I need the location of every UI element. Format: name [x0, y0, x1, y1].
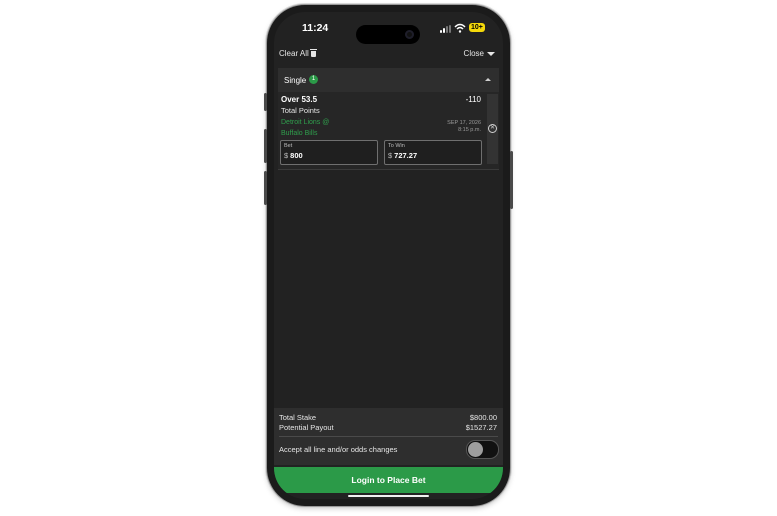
status-bar: 11:24 10+: [274, 12, 503, 44]
to-win-amount: 727.27: [394, 151, 418, 160]
event-date: SEP 17, 2026: [447, 120, 481, 126]
bet-market: Total Points: [281, 106, 320, 115]
close-circle-icon: ✕: [488, 124, 497, 133]
remove-bet-button[interactable]: ✕: [487, 94, 498, 164]
trash-icon: [309, 48, 317, 57]
betslip-top-bar: Clear All Close: [274, 48, 503, 63]
single-section-header[interactable]: Single 1: [278, 68, 499, 92]
to-win-value: $727.27: [388, 151, 417, 160]
clear-all-label: Clear All: [279, 49, 309, 58]
dynamic-island: [356, 25, 420, 44]
volume-down-button: [264, 171, 267, 205]
event-time: 8:15 p.m.: [458, 127, 481, 133]
accept-changes-label: Accept all line and/or odds changes: [279, 445, 398, 454]
power-button: [510, 151, 513, 209]
bet-card: Over 53.5 -110 Total Points Detroit Lion…: [278, 92, 499, 170]
bet-count-badge: 1: [309, 75, 318, 84]
total-stake-row: Total Stake $800.00: [279, 413, 497, 422]
potential-payout-label: Potential Payout: [279, 423, 334, 432]
bet-selection: Over 53.5: [281, 95, 318, 104]
signal-icon: [440, 25, 452, 33]
close-button[interactable]: Close: [464, 49, 495, 58]
event-line-1: Detroit Lions @: [281, 119, 330, 126]
bet-field-value: $800: [284, 151, 303, 160]
total-stake-value: $800.00: [469, 413, 497, 422]
to-win-currency: $: [388, 151, 393, 160]
summary-divider: [279, 436, 498, 437]
home-indicator: [348, 495, 429, 497]
chevron-up-icon: [485, 78, 491, 81]
phone-frame: 11:24 10+ Clear All Close Single 1 Over …: [264, 5, 513, 506]
chevron-down-icon: [487, 51, 495, 56]
wifi-icon: [454, 23, 466, 33]
toggle-knob: [468, 442, 483, 457]
bet-amount-field[interactable]: Bet $800: [280, 140, 378, 165]
status-time: 11:24: [302, 22, 329, 34]
potential-payout-value: $1527.27: [465, 423, 497, 432]
action-button: [264, 93, 267, 111]
app-screen: 11:24 10+ Clear All Close Single 1 Over …: [274, 12, 503, 499]
potential-payout-row: Potential Payout $1527.27: [279, 423, 497, 432]
accept-changes-toggle[interactable]: [466, 440, 499, 459]
betslip-summary: Total Stake $800.00 Potential Payout $15…: [274, 408, 503, 465]
event-datetime: SEP 17, 2026 8:15 p.m.: [447, 120, 481, 134]
bet-field-label: Bet: [284, 143, 293, 149]
login-button-label: Login to Place Bet: [351, 475, 426, 485]
event-line-2: Buffalo Bills: [281, 130, 318, 137]
login-to-place-bet-button[interactable]: Login to Place Bet: [274, 467, 503, 493]
total-stake-label: Total Stake: [279, 413, 317, 422]
battery-icon: 10+: [469, 23, 485, 32]
bet-currency: $: [284, 151, 289, 160]
volume-up-button: [264, 129, 267, 163]
close-label: Close: [463, 49, 484, 58]
bet-amount: 800: [290, 151, 303, 160]
clear-all-button[interactable]: Clear All: [279, 48, 317, 58]
to-win-field[interactable]: To Win $727.27: [384, 140, 482, 165]
bet-event[interactable]: Detroit Lions @ Buffalo Bills: [281, 117, 351, 139]
to-win-label: To Win: [388, 143, 405, 149]
bet-odds: -110: [465, 95, 481, 104]
section-label: Single: [284, 76, 307, 85]
